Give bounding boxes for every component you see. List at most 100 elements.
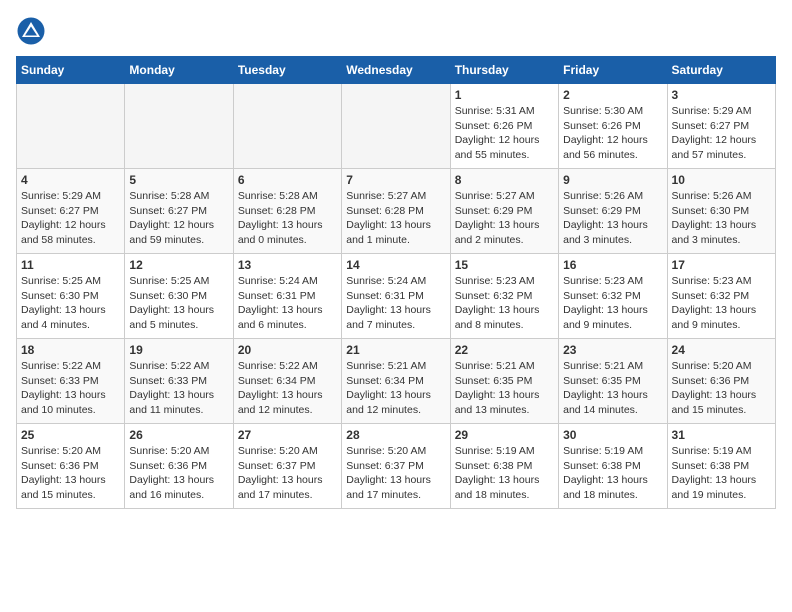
day-info: Sunrise: 5:25 AMSunset: 6:30 PMDaylight:… bbox=[129, 274, 228, 333]
logo bbox=[16, 16, 50, 46]
day-info: Sunrise: 5:21 AMSunset: 6:35 PMDaylight:… bbox=[563, 359, 662, 418]
day-info: Sunrise: 5:27 AMSunset: 6:29 PMDaylight:… bbox=[455, 189, 554, 248]
day-cell: 12 Sunrise: 5:25 AMSunset: 6:30 PMDayligh… bbox=[125, 254, 233, 339]
day-info: Sunrise: 5:19 AMSunset: 6:38 PMDaylight:… bbox=[672, 444, 771, 503]
day-cell: 22 Sunrise: 5:21 AMSunset: 6:35 PMDayligh… bbox=[450, 339, 558, 424]
week-row-3: 11 Sunrise: 5:25 AMSunset: 6:30 PMDayligh… bbox=[17, 254, 776, 339]
day-cell: 9 Sunrise: 5:26 AMSunset: 6:29 PMDaylight… bbox=[559, 169, 667, 254]
day-cell: 11 Sunrise: 5:25 AMSunset: 6:30 PMDayligh… bbox=[17, 254, 125, 339]
day-number: 13 bbox=[238, 258, 337, 272]
day-info: Sunrise: 5:20 AMSunset: 6:36 PMDaylight:… bbox=[672, 359, 771, 418]
day-number: 25 bbox=[21, 428, 120, 442]
day-number: 15 bbox=[455, 258, 554, 272]
day-info: Sunrise: 5:19 AMSunset: 6:38 PMDaylight:… bbox=[563, 444, 662, 503]
day-number: 28 bbox=[346, 428, 445, 442]
day-info: Sunrise: 5:23 AMSunset: 6:32 PMDaylight:… bbox=[455, 274, 554, 333]
week-row-5: 25 Sunrise: 5:20 AMSunset: 6:36 PMDayligh… bbox=[17, 424, 776, 509]
day-cell: 8 Sunrise: 5:27 AMSunset: 6:29 PMDaylight… bbox=[450, 169, 558, 254]
weekday-header-thursday: Thursday bbox=[450, 57, 558, 84]
day-number: 12 bbox=[129, 258, 228, 272]
day-number: 17 bbox=[672, 258, 771, 272]
weekday-header-monday: Monday bbox=[125, 57, 233, 84]
day-number: 30 bbox=[563, 428, 662, 442]
day-info: Sunrise: 5:29 AMSunset: 6:27 PMDaylight:… bbox=[21, 189, 120, 248]
day-cell: 27 Sunrise: 5:20 AMSunset: 6:37 PMDayligh… bbox=[233, 424, 341, 509]
day-number: 9 bbox=[563, 173, 662, 187]
day-info: Sunrise: 5:20 AMSunset: 6:37 PMDaylight:… bbox=[238, 444, 337, 503]
day-cell: 23Sunrise: 5:21 AMSunset: 6:35 PMDayligh… bbox=[559, 339, 667, 424]
week-row-1: 1 Sunrise: 5:31 AMSunset: 6:26 PMDaylight… bbox=[17, 84, 776, 169]
day-info: Sunrise: 5:23 AMSunset: 6:32 PMDaylight:… bbox=[563, 274, 662, 333]
day-cell bbox=[342, 84, 450, 169]
day-info: Sunrise: 5:27 AMSunset: 6:28 PMDaylight:… bbox=[346, 189, 445, 248]
day-number: 31 bbox=[672, 428, 771, 442]
day-cell: 30 Sunrise: 5:19 AMSunset: 6:38 PMDayligh… bbox=[559, 424, 667, 509]
day-number: 18 bbox=[21, 343, 120, 357]
day-info: Sunrise: 5:21 AMSunset: 6:34 PMDaylight:… bbox=[346, 359, 445, 418]
day-number: 2 bbox=[563, 88, 662, 102]
day-info: Sunrise: 5:21 AMSunset: 6:35 PMDaylight:… bbox=[455, 359, 554, 418]
day-info: Sunrise: 5:20 AMSunset: 6:36 PMDaylight:… bbox=[129, 444, 228, 503]
weekday-header-sunday: Sunday bbox=[17, 57, 125, 84]
day-cell: 29Sunrise: 5:19 AMSunset: 6:38 PMDayligh… bbox=[450, 424, 558, 509]
weekday-header-wednesday: Wednesday bbox=[342, 57, 450, 84]
day-info: Sunrise: 5:31 AMSunset: 6:26 PMDaylight:… bbox=[455, 104, 554, 163]
calendar-table: SundayMondayTuesdayWednesdayThursdayFrid… bbox=[16, 56, 776, 509]
day-cell: 2 Sunrise: 5:30 AMSunset: 6:26 PMDaylight… bbox=[559, 84, 667, 169]
day-cell: 13 Sunrise: 5:24 AMSunset: 6:31 PMDayligh… bbox=[233, 254, 341, 339]
day-number: 14 bbox=[346, 258, 445, 272]
week-row-4: 18 Sunrise: 5:22 AMSunset: 6:33 PMDayligh… bbox=[17, 339, 776, 424]
day-info: Sunrise: 5:28 AMSunset: 6:27 PMDaylight:… bbox=[129, 189, 228, 248]
day-cell: 21 Sunrise: 5:21 AMSunset: 6:34 PMDayligh… bbox=[342, 339, 450, 424]
day-cell: 10Sunrise: 5:26 AMSunset: 6:30 PMDayligh… bbox=[667, 169, 775, 254]
day-number: 4 bbox=[21, 173, 120, 187]
day-cell: 19 Sunrise: 5:22 AMSunset: 6:33 PMDayligh… bbox=[125, 339, 233, 424]
day-info: Sunrise: 5:25 AMSunset: 6:30 PMDaylight:… bbox=[21, 274, 120, 333]
day-number: 26 bbox=[129, 428, 228, 442]
day-cell: 31 Sunrise: 5:19 AMSunset: 6:38 PMDayligh… bbox=[667, 424, 775, 509]
day-info: Sunrise: 5:22 AMSunset: 6:33 PMDaylight:… bbox=[21, 359, 120, 418]
logo-icon bbox=[16, 16, 46, 46]
day-number: 11 bbox=[21, 258, 120, 272]
day-number: 3 bbox=[672, 88, 771, 102]
day-number: 7 bbox=[346, 173, 445, 187]
day-number: 24 bbox=[672, 343, 771, 357]
day-number: 19 bbox=[129, 343, 228, 357]
day-number: 16 bbox=[563, 258, 662, 272]
day-cell: 5 Sunrise: 5:28 AMSunset: 6:27 PMDaylight… bbox=[125, 169, 233, 254]
day-cell: 7 Sunrise: 5:27 AMSunset: 6:28 PMDaylight… bbox=[342, 169, 450, 254]
day-number: 5 bbox=[129, 173, 228, 187]
day-cell: 14 Sunrise: 5:24 AMSunset: 6:31 PMDayligh… bbox=[342, 254, 450, 339]
day-info: Sunrise: 5:30 AMSunset: 6:26 PMDaylight:… bbox=[563, 104, 662, 163]
day-info: Sunrise: 5:26 AMSunset: 6:29 PMDaylight:… bbox=[563, 189, 662, 248]
week-row-2: 4 Sunrise: 5:29 AMSunset: 6:27 PMDaylight… bbox=[17, 169, 776, 254]
day-number: 8 bbox=[455, 173, 554, 187]
day-number: 27 bbox=[238, 428, 337, 442]
day-cell: 3Sunrise: 5:29 AMSunset: 6:27 PMDaylight… bbox=[667, 84, 775, 169]
day-info: Sunrise: 5:24 AMSunset: 6:31 PMDaylight:… bbox=[238, 274, 337, 333]
day-cell: 25 Sunrise: 5:20 AMSunset: 6:36 PMDayligh… bbox=[17, 424, 125, 509]
day-number: 21 bbox=[346, 343, 445, 357]
day-cell: 20Sunrise: 5:22 AMSunset: 6:34 PMDayligh… bbox=[233, 339, 341, 424]
weekday-header-tuesday: Tuesday bbox=[233, 57, 341, 84]
day-number: 1 bbox=[455, 88, 554, 102]
day-info: Sunrise: 5:20 AMSunset: 6:36 PMDaylight:… bbox=[21, 444, 120, 503]
day-info: Sunrise: 5:20 AMSunset: 6:37 PMDaylight:… bbox=[346, 444, 445, 503]
day-cell: 17 Sunrise: 5:23 AMSunset: 6:32 PMDayligh… bbox=[667, 254, 775, 339]
day-cell: 4 Sunrise: 5:29 AMSunset: 6:27 PMDaylight… bbox=[17, 169, 125, 254]
day-cell: 1 Sunrise: 5:31 AMSunset: 6:26 PMDaylight… bbox=[450, 84, 558, 169]
day-number: 10 bbox=[672, 173, 771, 187]
day-info: Sunrise: 5:24 AMSunset: 6:31 PMDaylight:… bbox=[346, 274, 445, 333]
day-cell: 28 Sunrise: 5:20 AMSunset: 6:37 PMDayligh… bbox=[342, 424, 450, 509]
weekday-header-saturday: Saturday bbox=[667, 57, 775, 84]
day-number: 29 bbox=[455, 428, 554, 442]
day-info: Sunrise: 5:22 AMSunset: 6:34 PMDaylight:… bbox=[238, 359, 337, 418]
day-cell: 6Sunrise: 5:28 AMSunset: 6:28 PMDaylight… bbox=[233, 169, 341, 254]
day-info: Sunrise: 5:22 AMSunset: 6:33 PMDaylight:… bbox=[129, 359, 228, 418]
weekday-header-row: SundayMondayTuesdayWednesdayThursdayFrid… bbox=[17, 57, 776, 84]
day-number: 22 bbox=[455, 343, 554, 357]
day-info: Sunrise: 5:23 AMSunset: 6:32 PMDaylight:… bbox=[672, 274, 771, 333]
day-cell bbox=[233, 84, 341, 169]
day-cell: 18 Sunrise: 5:22 AMSunset: 6:33 PMDayligh… bbox=[17, 339, 125, 424]
day-number: 6 bbox=[238, 173, 337, 187]
